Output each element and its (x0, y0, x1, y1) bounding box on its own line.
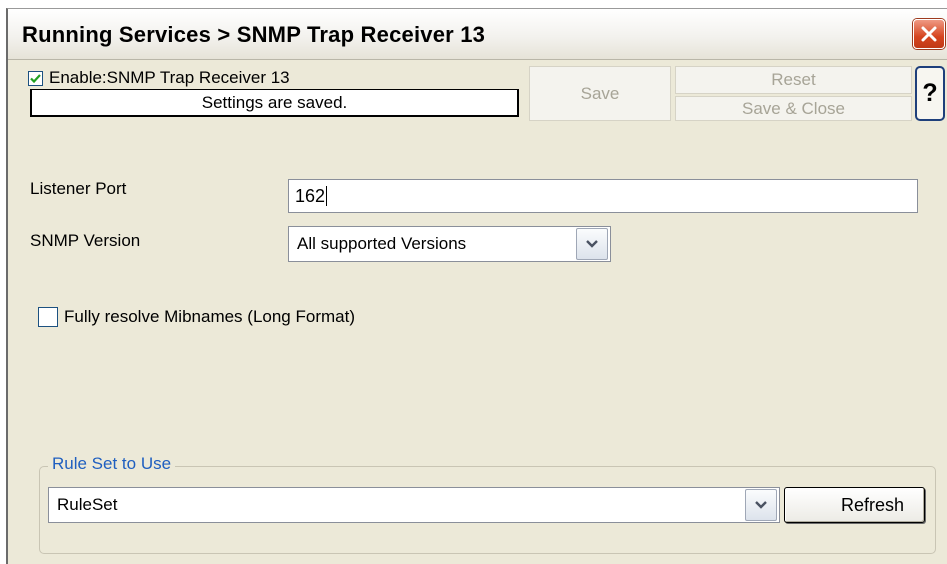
snmp-version-value: All supported Versions (297, 234, 467, 253)
chevron-down-icon (755, 501, 767, 509)
settings-window: Running Services > SNMP Trap Receiver 13… (6, 8, 947, 564)
save-close-button[interactable]: Save & Close (675, 96, 912, 121)
help-button[interactable]: ? (915, 66, 945, 121)
checkmark-icon (30, 73, 41, 83)
chevron-down-icon (586, 240, 598, 248)
listener-port-value: 162 (295, 185, 326, 206)
resolve-mibnames-label: Fully resolve Mibnames (Long Format) (64, 307, 355, 326)
resolve-mibnames-row[interactable]: Fully resolve Mibnames (Long Format) (38, 307, 355, 327)
ruleset-select[interactable]: RuleSet (48, 487, 780, 523)
listener-port-input[interactable]: 162 (288, 179, 918, 213)
toolbar: Enable:SNMP Trap Receiver 13 Settings ar… (8, 59, 947, 141)
ruleset-group: Rule Set to Use RuleSet Refresh (39, 454, 936, 554)
snmp-version-label: SNMP Version (30, 231, 141, 250)
enable-row[interactable]: Enable:SNMP Trap Receiver 13 (28, 67, 290, 89)
snmp-version-select[interactable]: All supported Versions (288, 226, 611, 262)
ruleset-value: RuleSet (57, 495, 118, 514)
refresh-button[interactable]: Refresh (784, 487, 925, 523)
enable-checkbox[interactable] (28, 70, 43, 86)
text-caret (326, 186, 328, 206)
ruleset-dropdown-button[interactable] (745, 489, 777, 521)
close-icon (921, 26, 937, 42)
window-title: Running Services > SNMP Trap Receiver 13 (22, 22, 486, 47)
ruleset-legend: Rule Set to Use (48, 454, 176, 474)
help-icon: ? (922, 79, 938, 107)
close-button[interactable] (913, 19, 945, 49)
reset-button[interactable]: Reset (675, 66, 912, 94)
save-button[interactable]: Save (529, 66, 671, 121)
title-bar: Running Services > SNMP Trap Receiver 13 (8, 9, 947, 60)
snmp-version-dropdown-button[interactable] (576, 228, 608, 260)
listener-port-label: Listener Port (30, 179, 127, 198)
enable-label: Enable:SNMP Trap Receiver 13 (49, 68, 290, 87)
resolve-mibnames-checkbox[interactable] (38, 307, 58, 327)
status-message: Settings are saved. (30, 89, 519, 117)
